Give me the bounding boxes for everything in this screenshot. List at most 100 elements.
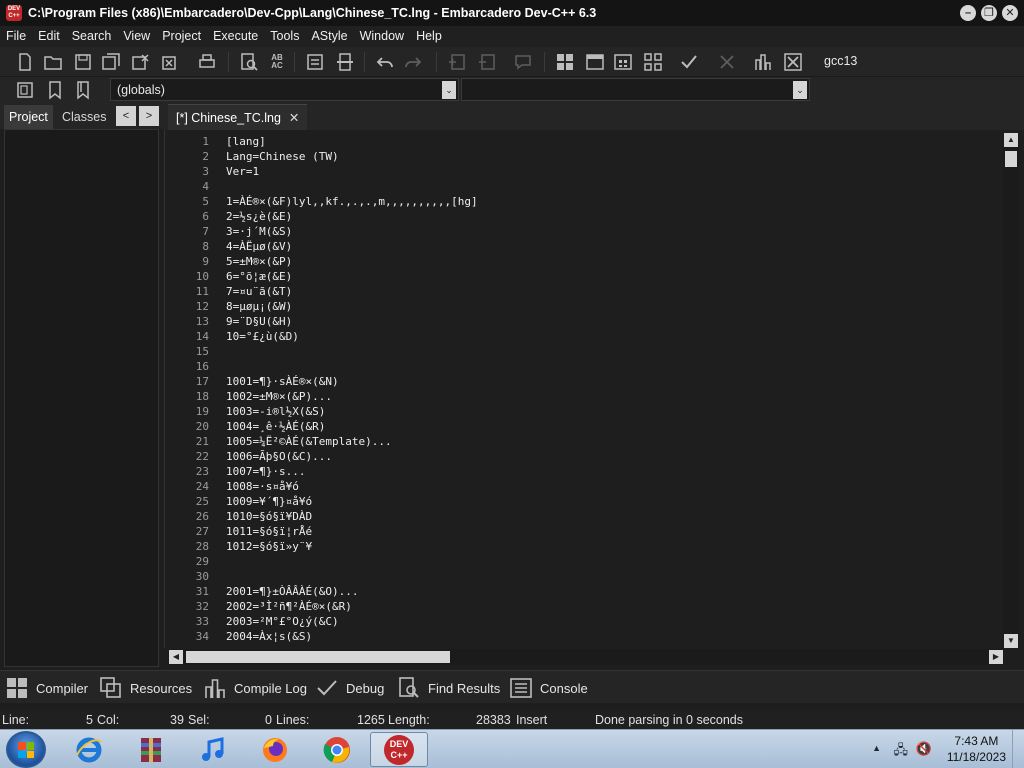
scroll-down-icon[interactable]: ▼ bbox=[1004, 634, 1018, 648]
new-file-icon[interactable] bbox=[14, 51, 36, 73]
code-line[interactable]: 2001=¶}±ÒÂÂÀÉ(&O)... bbox=[226, 584, 996, 599]
code-editor[interactable]: 1 2 3 4 5 6 7 8 9 10 11 12 13 14 15 16 17 18 19 20 21 22 23 24 2… bbox=[164, 130, 1004, 648]
code-line[interactable] bbox=[226, 344, 996, 359]
function-select[interactable]: ⌄ bbox=[461, 78, 810, 101]
tab-project[interactable]: Project bbox=[4, 105, 53, 129]
tab-find-results[interactable]: Find Results bbox=[398, 675, 500, 701]
show-desktop-button[interactable] bbox=[1012, 730, 1024, 768]
insert-icon[interactable] bbox=[14, 79, 36, 101]
firefox-icon[interactable] bbox=[246, 732, 304, 767]
tab-console[interactable]: Console bbox=[510, 675, 588, 701]
code-line[interactable]: 2003=²M°£°O¿ý(&C) bbox=[226, 614, 996, 629]
code-line[interactable]: Lang=Chinese (TW) bbox=[226, 149, 996, 164]
find-icon[interactable] bbox=[238, 51, 260, 73]
close-icon[interactable]: ✕ bbox=[289, 111, 299, 125]
chevron-down-icon[interactable]: ⌄ bbox=[793, 81, 807, 99]
menu-project[interactable]: Project bbox=[156, 26, 207, 47]
profile-chart-icon[interactable] bbox=[752, 51, 774, 73]
code-line[interactable] bbox=[226, 179, 996, 194]
code-line[interactable]: 1003=-i®l½X(&S) bbox=[226, 404, 996, 419]
code-line[interactable]: 1002=±M®×(&P)... bbox=[226, 389, 996, 404]
code-line[interactable]: 1004=¸ê·½ÀÉ(&R) bbox=[226, 419, 996, 434]
code-line[interactable]: 1006=Ãþ§O(&C)... bbox=[226, 449, 996, 464]
vertical-scrollbar[interactable]: ▲ ▼ bbox=[1003, 133, 1019, 648]
project-browser[interactable] bbox=[4, 129, 159, 667]
code-line[interactable]: 2002=³Ì²ñ¶²ÀÉ®×(&R) bbox=[226, 599, 996, 614]
compiler-select[interactable]: gcc13 bbox=[818, 49, 1020, 73]
run-icon[interactable] bbox=[584, 51, 606, 73]
close-file-icon[interactable] bbox=[130, 51, 152, 73]
undo-icon[interactable] bbox=[374, 51, 396, 73]
chevron-right-icon[interactable]: > bbox=[139, 106, 159, 126]
chevron-left-icon[interactable]: < bbox=[116, 106, 136, 126]
code-line[interactable]: 1010=§ó§ï¥DÀD bbox=[226, 509, 996, 524]
volume-muted-icon[interactable]: 🔇 bbox=[916, 741, 932, 757]
indent-icon[interactable] bbox=[304, 51, 326, 73]
menu-edit[interactable]: Edit bbox=[32, 26, 66, 47]
print-icon[interactable] bbox=[196, 51, 218, 73]
compile-icon[interactable] bbox=[554, 51, 576, 73]
tab-classes[interactable]: Classes bbox=[57, 105, 111, 129]
code-line[interactable]: 9=¨D§U(&H) bbox=[226, 314, 996, 329]
tab-compiler[interactable]: Compiler bbox=[6, 675, 88, 701]
code-line[interactable]: 1012=§ó§ï»y¨¥ bbox=[226, 539, 996, 554]
remove-from-project-icon[interactable] bbox=[476, 51, 498, 73]
code-line[interactable]: 1=ÀÉ®×(&F)lyl,,kf.,.,.,m,,,,,,,,,,[hg] bbox=[226, 194, 996, 209]
code-line[interactable]: 6=°õ¦æ(&E) bbox=[226, 269, 996, 284]
code-line[interactable]: 7=¤u¨ã(&T) bbox=[226, 284, 996, 299]
code-line[interactable]: 5=±M®×(&P) bbox=[226, 254, 996, 269]
toggle-bookmark-icon[interactable] bbox=[44, 79, 66, 101]
compile-run-icon[interactable] bbox=[612, 51, 634, 73]
goto-bookmark-icon[interactable] bbox=[72, 79, 94, 101]
menu-tools[interactable]: Tools bbox=[264, 26, 305, 47]
devcpp-taskbar-button[interactable]: DEV C++ bbox=[370, 732, 428, 767]
clock[interactable]: 7:43 AM 11/18/2023 bbox=[947, 733, 1006, 765]
close-button[interactable]: ✕ bbox=[1002, 5, 1018, 21]
redo-icon[interactable] bbox=[402, 51, 424, 73]
code-line[interactable]: 1007=¶}·s... bbox=[226, 464, 996, 479]
code-line[interactable]: 1005=¼Ë²©ÀÉ(&Template)... bbox=[226, 434, 996, 449]
winrar-icon[interactable] bbox=[122, 732, 180, 767]
scope-select[interactable]: (globals) ⌄ bbox=[110, 78, 459, 101]
code-line[interactable]: 3=·j´M(&S) bbox=[226, 224, 996, 239]
music-player-icon[interactable] bbox=[184, 732, 242, 767]
code-line[interactable] bbox=[226, 554, 996, 569]
horizontal-scrollbar[interactable]: ◀ ▶ bbox=[168, 649, 1004, 665]
project-options-icon[interactable] bbox=[512, 51, 534, 73]
network-icon[interactable]: 🖧 bbox=[894, 741, 909, 763]
internet-explorer-icon[interactable] bbox=[60, 732, 118, 767]
code-line[interactable]: 1011=§ó§ï¦rÅé bbox=[226, 524, 996, 539]
chrome-icon[interactable] bbox=[308, 732, 366, 767]
minimize-button[interactable]: – bbox=[960, 5, 976, 21]
code-line[interactable]: 1009=¥´¶}¤å¥ó bbox=[226, 494, 996, 509]
delete-profile-icon[interactable] bbox=[782, 51, 804, 73]
syntax-check-icon[interactable] bbox=[678, 51, 700, 73]
maximize-button[interactable]: ❐ bbox=[981, 5, 997, 21]
code-line[interactable]: 4=ÀËµø(&V) bbox=[226, 239, 996, 254]
scroll-left-icon[interactable]: ◀ bbox=[169, 650, 183, 664]
menu-execute[interactable]: Execute bbox=[207, 26, 264, 47]
code-line[interactable]: 1008=·s¤å¥ó bbox=[226, 479, 996, 494]
code-line[interactable]: 8=µøµ¡(&W) bbox=[226, 299, 996, 314]
chevron-down-icon[interactable]: ⌄ bbox=[442, 81, 456, 99]
code-line[interactable] bbox=[226, 569, 996, 584]
rebuild-all-icon[interactable] bbox=[642, 51, 664, 73]
code-line[interactable]: 10=°£¿ù(&D) bbox=[226, 329, 996, 344]
code-line[interactable]: Ver=1 bbox=[226, 164, 996, 179]
code-line[interactable]: [lang] bbox=[226, 134, 996, 149]
start-button[interactable] bbox=[6, 731, 46, 768]
replace-icon[interactable]: AB AC bbox=[266, 51, 288, 73]
save-icon[interactable] bbox=[72, 51, 94, 73]
code-line[interactable] bbox=[226, 359, 996, 374]
tab-resources[interactable]: Resources bbox=[100, 675, 192, 701]
toggle-comment-icon[interactable] bbox=[334, 51, 356, 73]
code-line[interactable]: 1001=¶}·sÀÉ®×(&N) bbox=[226, 374, 996, 389]
scroll-right-icon[interactable]: ▶ bbox=[989, 650, 1003, 664]
close-all-icon[interactable] bbox=[160, 51, 182, 73]
menu-help[interactable]: Help bbox=[410, 26, 448, 47]
add-to-project-icon[interactable] bbox=[446, 51, 468, 73]
horizontal-scroll-thumb[interactable] bbox=[186, 651, 450, 663]
menu-astyle[interactable]: AStyle bbox=[305, 26, 353, 47]
show-hidden-icons-icon[interactable]: ▲ bbox=[872, 743, 881, 753]
code-line[interactable]: 2=½s¿è(&E) bbox=[226, 209, 996, 224]
